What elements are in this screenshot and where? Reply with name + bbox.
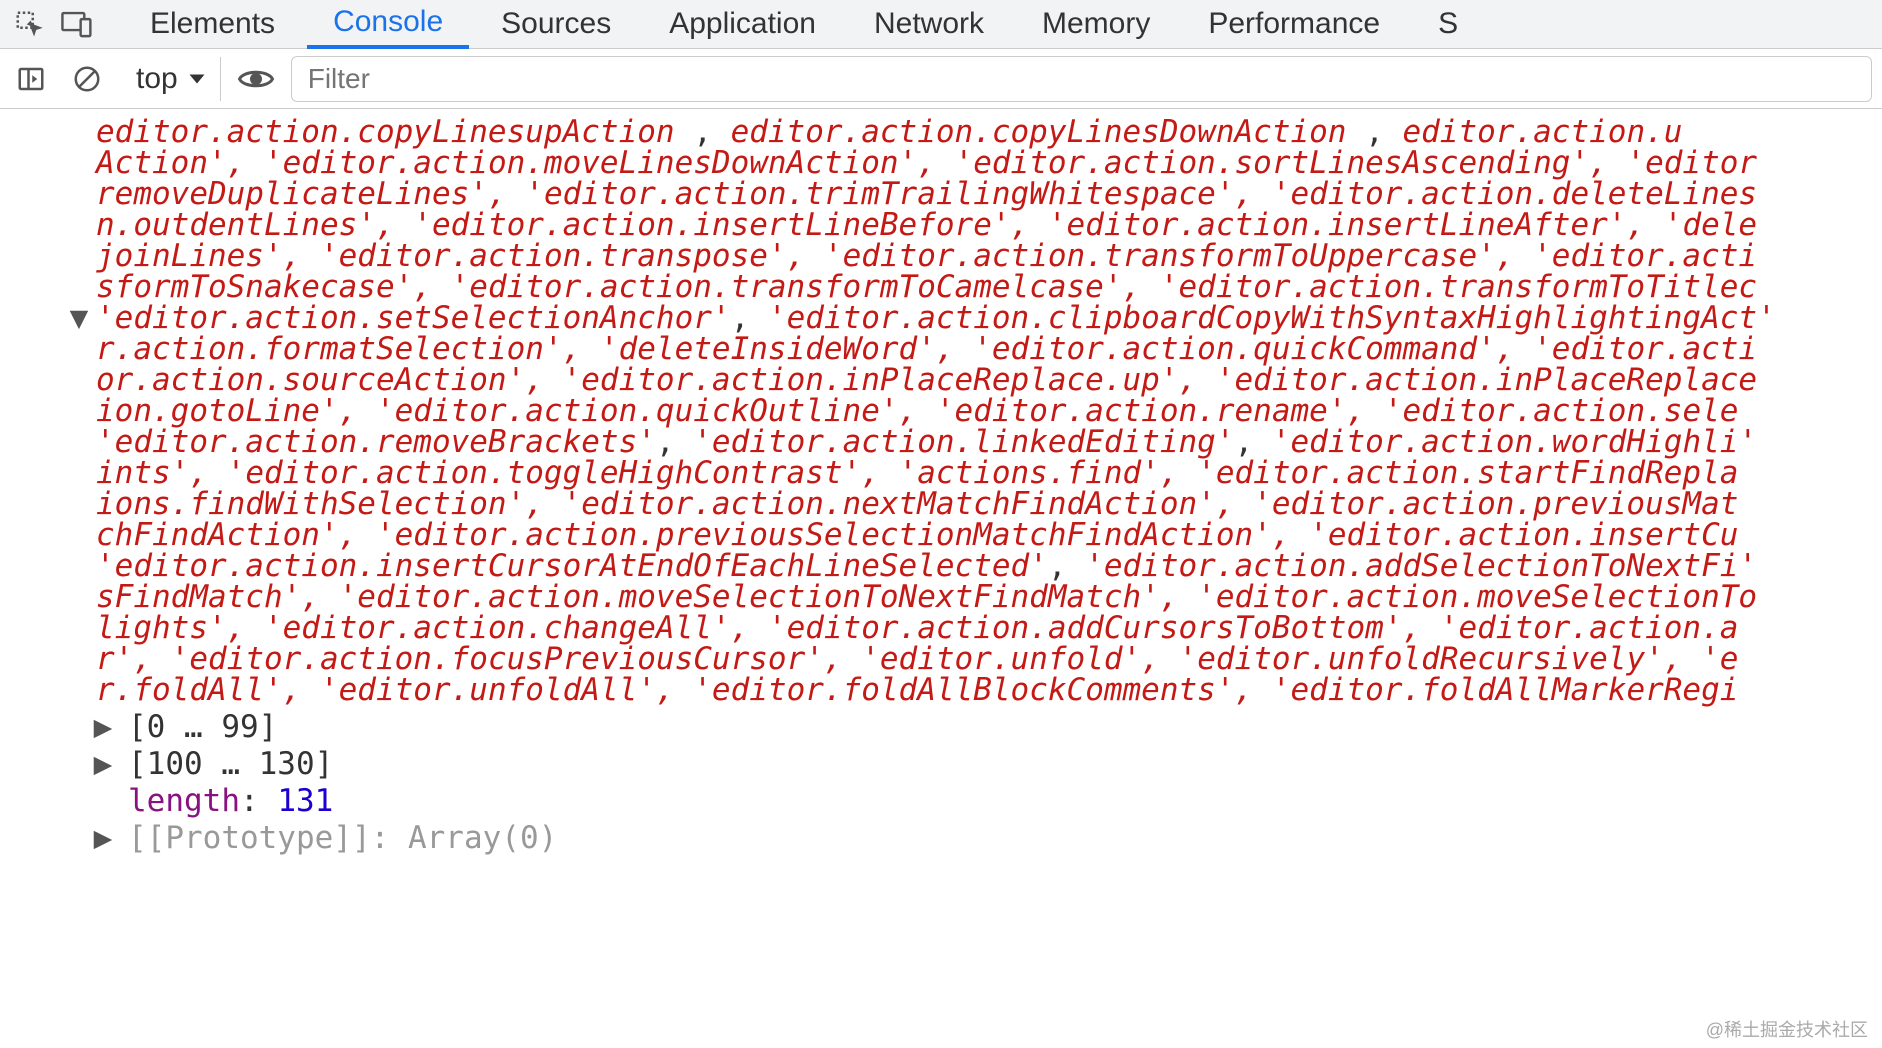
expand-toggle-icon[interactable]: ▶	[92, 823, 114, 854]
tab-memory[interactable]: Memory	[1016, 0, 1176, 49]
device-toggle-icon[interactable]	[56, 3, 98, 45]
clear-console-icon[interactable]	[66, 58, 108, 100]
tab-application[interactable]: Application	[643, 0, 842, 49]
devtools-tab-bar: Elements Console Sources Application Net…	[0, 0, 1882, 49]
context-label: top	[136, 62, 178, 96]
prop-value: Array(0)	[408, 820, 557, 856]
console-body: editor.action.copyLinesupAction , editor…	[0, 109, 1882, 854]
filter-input[interactable]	[291, 56, 1872, 102]
tab-performance[interactable]: Performance	[1182, 0, 1406, 49]
tab-network[interactable]: Network	[848, 0, 1010, 49]
chevron-down-icon	[188, 73, 206, 85]
prop-key: length	[128, 783, 240, 819]
expand-toggle-icon[interactable]: ▶	[92, 749, 114, 780]
expand-toggle-icon[interactable]: ▼	[68, 303, 90, 334]
eye-icon[interactable]	[235, 58, 277, 100]
prop-key: [[Prototype]]	[128, 820, 371, 856]
tab-console[interactable]: Console	[307, 0, 469, 49]
expand-toggle-icon[interactable]: ▶	[92, 712, 114, 743]
log-line: r.foldAll', 'editor.unfoldAll', 'editor.…	[96, 672, 1738, 708]
tab-sources[interactable]: Sources	[475, 0, 637, 49]
array-range[interactable]: [100 … 130]	[128, 746, 333, 782]
watermark: @稀土掘金技术社区	[1706, 1016, 1868, 1042]
prop-value: 131	[277, 783, 333, 819]
tab-more[interactable]: S	[1412, 0, 1484, 49]
context-dropdown[interactable]: top	[122, 57, 221, 101]
tab-elements[interactable]: Elements	[124, 0, 301, 49]
array-range[interactable]: [0 … 99]	[128, 709, 277, 745]
console-toolbar: top	[0, 49, 1882, 109]
inspect-icon[interactable]	[8, 3, 50, 45]
sidebar-toggle-icon[interactable]	[10, 58, 52, 100]
